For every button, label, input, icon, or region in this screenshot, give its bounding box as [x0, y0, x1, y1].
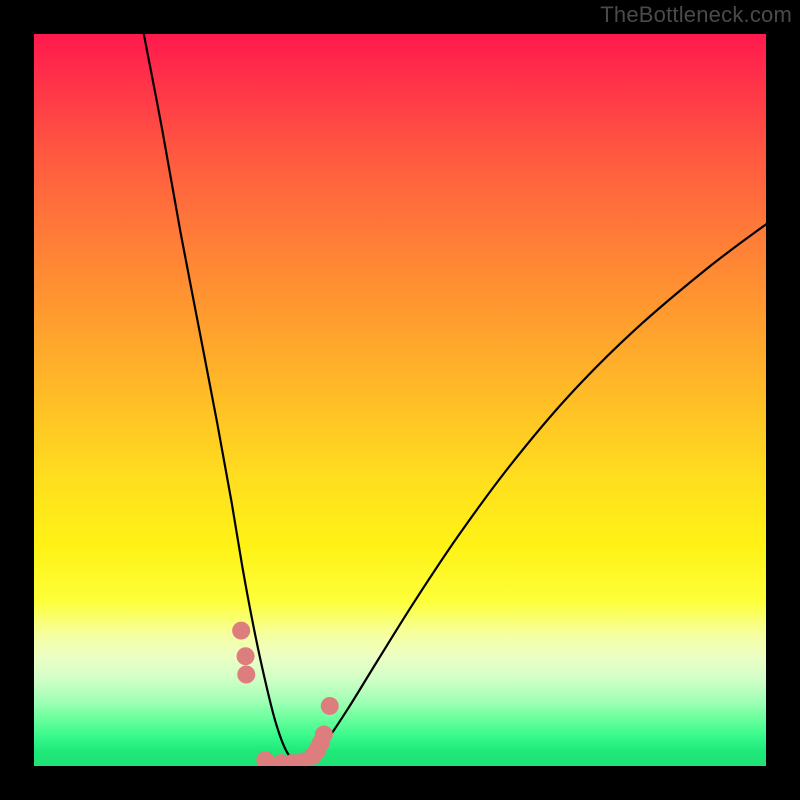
plot-area: [34, 34, 766, 766]
highlight-dot: [321, 697, 339, 715]
highlight-dot: [237, 647, 255, 665]
highlight-dot: [232, 622, 250, 640]
chart-frame: TheBottleneck.com: [0, 0, 800, 800]
highlight-dots: [232, 622, 339, 766]
watermark-text: TheBottleneck.com: [600, 2, 792, 28]
curve-layer: [34, 34, 766, 766]
highlight-dot: [237, 666, 255, 684]
highlight-dot: [315, 726, 333, 744]
highlight-dot: [256, 751, 274, 766]
